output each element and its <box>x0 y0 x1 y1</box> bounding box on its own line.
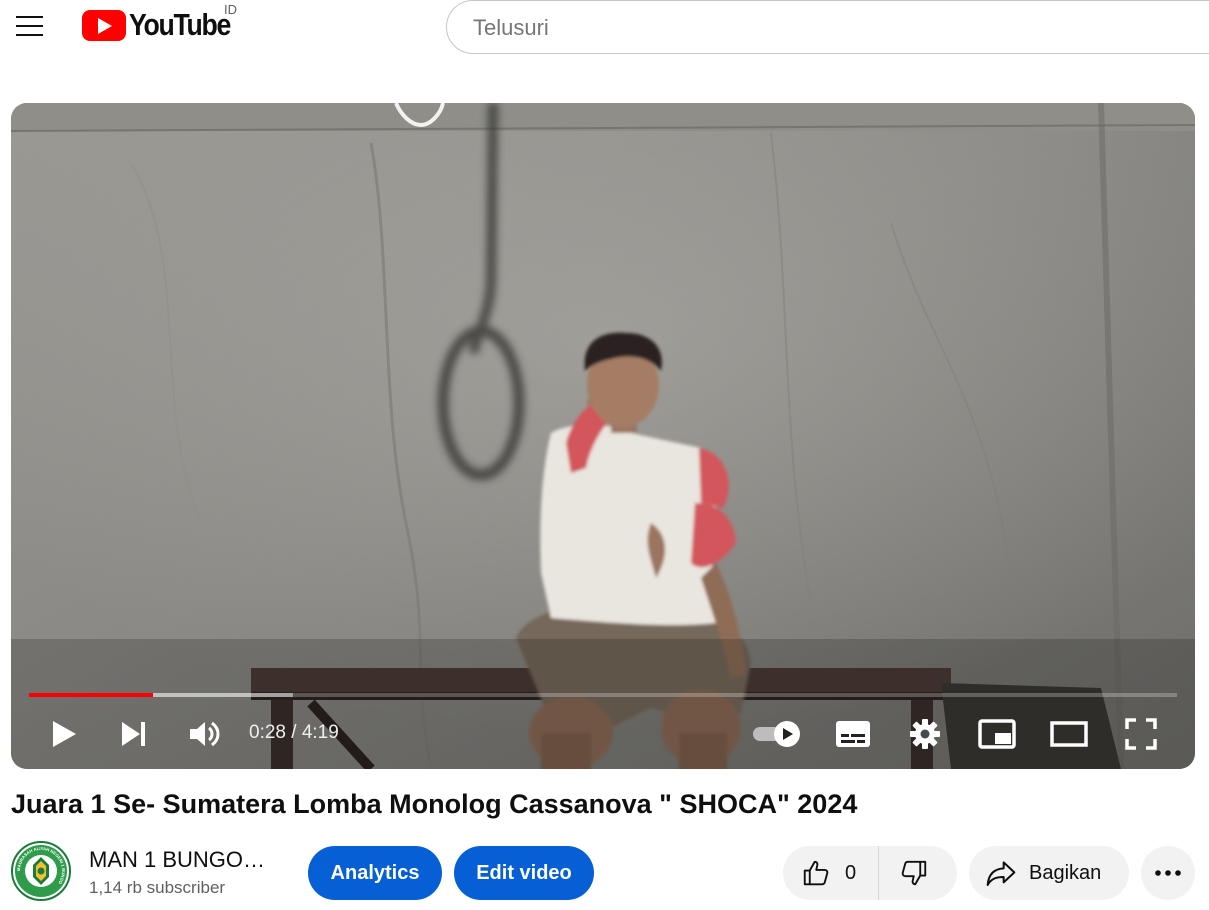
youtube-logo[interactable]: YouTube <box>82 7 247 42</box>
miniplayer-icon[interactable] <box>975 713 1019 755</box>
menu-bar <box>15 16 43 18</box>
progress-bar[interactable] <box>29 693 1177 697</box>
search-input[interactable] <box>471 14 1075 42</box>
like-dislike-group: 0 <box>783 846 957 900</box>
video-frame <box>11 103 1195 769</box>
logo-text: YouTube <box>129 7 231 42</box>
youtube-play-icon <box>82 9 126 41</box>
channel-name[interactable]: MAN 1 BUNGO… <box>89 847 265 873</box>
menu-icon[interactable] <box>8 5 50 47</box>
settings-icon[interactable] <box>903 713 947 755</box>
avatar[interactable]: MADRASAH ALIYAH NEGERI 1 BUNGO <box>11 841 71 901</box>
autoplay-toggle-icon[interactable] <box>749 716 805 752</box>
theater-mode-icon[interactable] <box>1047 713 1091 755</box>
more-actions-icon[interactable] <box>1141 846 1195 900</box>
current-time: 0:28 <box>249 722 286 743</box>
analytics-label: Analytics <box>330 861 420 884</box>
share-button[interactable]: Bagikan <box>969 846 1129 900</box>
subscriber-count: 1,14 rb subscriber <box>89 878 226 897</box>
next-icon[interactable] <box>113 713 155 755</box>
share-icon <box>986 861 1016 886</box>
thumbs-down-icon <box>901 860 927 886</box>
video-title: Juara 1 Se- Sumatera Lomba Monolog Cassa… <box>11 789 858 819</box>
menu-bar <box>15 34 43 36</box>
share-label: Bagikan <box>1029 861 1102 884</box>
volume-icon[interactable] <box>183 713 225 755</box>
time-display: 0:28 / 4:19 <box>249 722 339 743</box>
edit-video-label: Edit video <box>476 861 572 884</box>
thumbs-up-icon <box>803 860 829 886</box>
menu-bar <box>15 25 43 27</box>
play-icon[interactable] <box>43 713 85 755</box>
country-code: ID <box>224 2 237 17</box>
duration: 4:19 <box>301 722 339 743</box>
edit-video-button[interactable]: Edit video <box>454 846 594 900</box>
dislike-button[interactable] <box>879 846 957 900</box>
analytics-button[interactable]: Analytics <box>308 846 442 900</box>
progress-played <box>29 693 153 697</box>
video-player[interactable]: 0:28 / 4:19 <box>11 103 1195 769</box>
fullscreen-icon[interactable] <box>1119 713 1163 755</box>
search-box[interactable] <box>446 0 1209 54</box>
subtitles-icon[interactable] <box>831 713 875 755</box>
like-count: 0 <box>845 861 857 884</box>
like-button[interactable]: 0 <box>783 846 880 900</box>
